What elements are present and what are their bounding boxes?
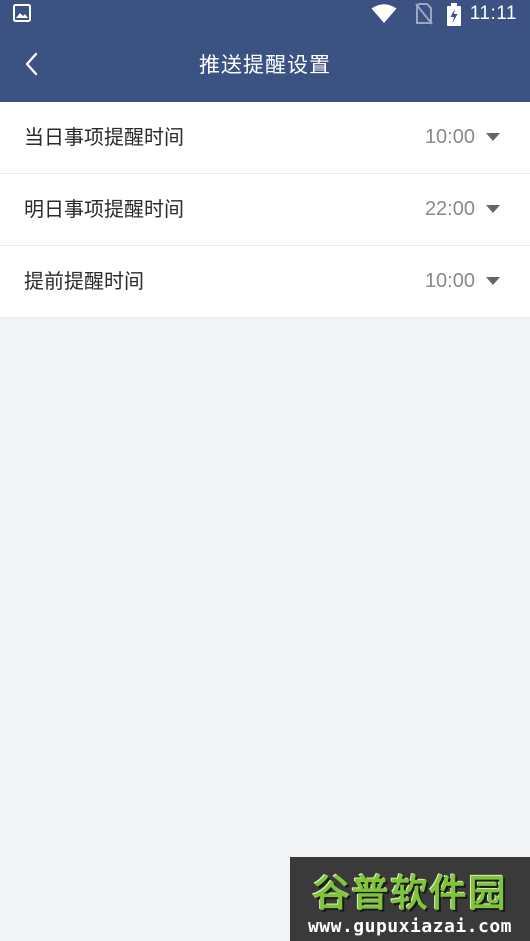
setting-label: 当日事项提醒时间	[24, 125, 184, 149]
no-sim-icon	[414, 3, 433, 25]
watermark-url: www.gupuxiazai.com	[307, 916, 513, 937]
watermark: 谷普软件园 www.gupuxiazai.com	[290, 857, 530, 941]
setting-row-today-reminder[interactable]: 当日事项提醒时间 10:00	[0, 102, 530, 174]
battery-charging-icon	[446, 2, 461, 26]
dropdown-arrow-icon[interactable]	[486, 205, 500, 213]
watermark-brand: 谷普软件园	[312, 872, 508, 915]
page-title: 推送提醒设置	[199, 53, 331, 77]
wifi-icon	[371, 4, 397, 23]
dropdown-arrow-icon[interactable]	[486, 277, 500, 285]
setting-label: 提前提醒时间	[24, 269, 144, 293]
status-bar: 11:11	[0, 0, 530, 28]
status-time: 11:11	[469, 3, 517, 24]
setting-row-advance-reminder[interactable]: 提前提醒时间 10:00	[0, 246, 530, 318]
app-bar: 推送提醒设置	[0, 28, 530, 102]
setting-row-tomorrow-reminder[interactable]: 明日事项提醒时间 22:00	[0, 174, 530, 246]
setting-value[interactable]: 22:00	[425, 174, 475, 245]
settings-list: 当日事项提醒时间 10:00 明日事项提醒时间 22:00 提前提醒时间 10:…	[0, 102, 530, 318]
dropdown-arrow-icon[interactable]	[486, 133, 500, 141]
setting-value[interactable]: 10:00	[425, 102, 475, 173]
status-right: 11:11	[371, 0, 517, 28]
setting-label: 明日事项提醒时间	[24, 197, 184, 221]
image-notification-icon	[13, 4, 31, 22]
setting-value[interactable]: 10:00	[425, 246, 475, 317]
